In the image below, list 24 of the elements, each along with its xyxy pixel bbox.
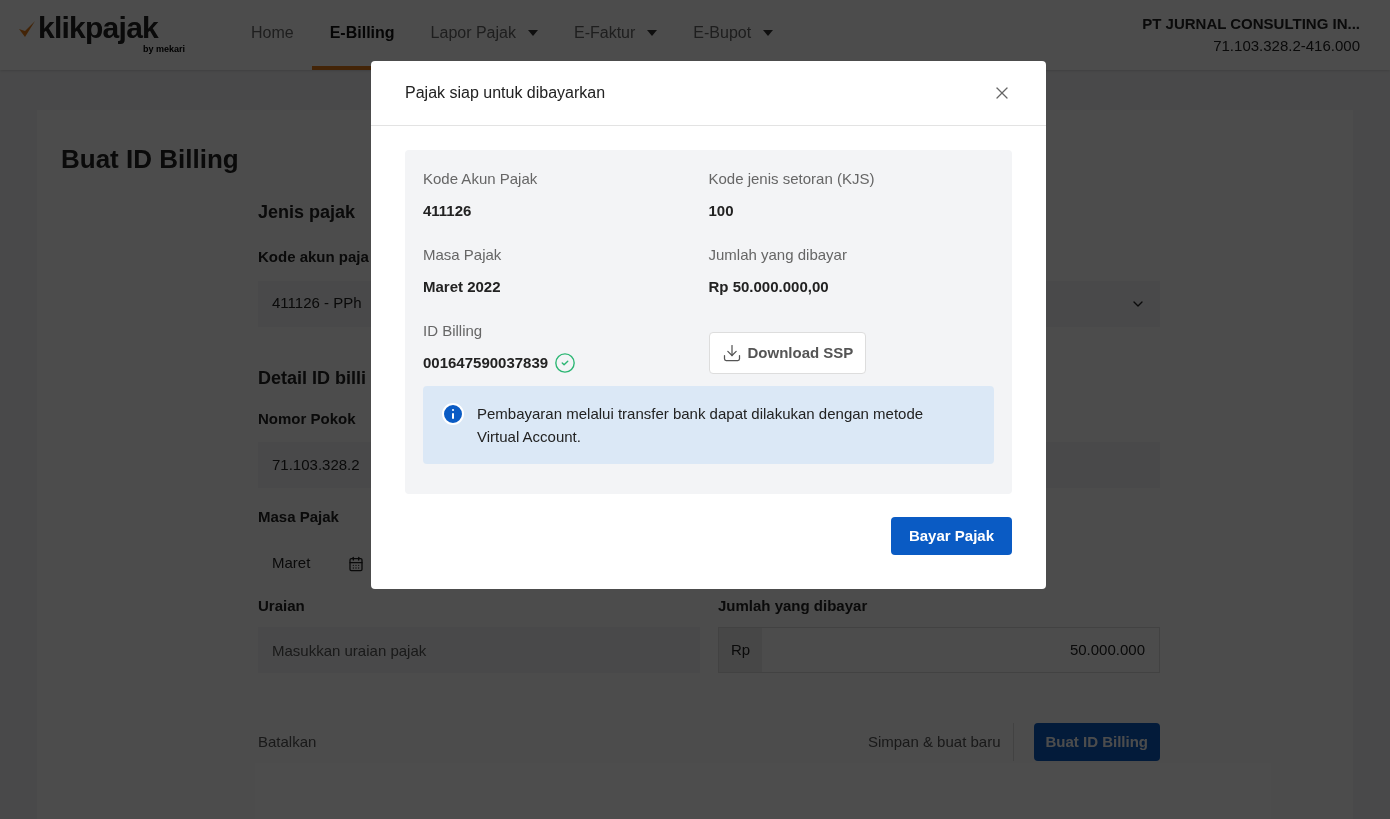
detail-label: Masa Pajak bbox=[423, 245, 503, 265]
brand-tagline: by mekari bbox=[143, 44, 186, 57]
detail-label: Kode jenis setoran (KJS) bbox=[708, 169, 876, 189]
section-heading: Detail ID billi bbox=[258, 366, 367, 390]
detail-label: ID Billing bbox=[423, 321, 484, 341]
info-text: Pembayaran melalui transfer bank dapat dilakukan dengan metode Virtual Account. bbox=[477, 404, 925, 447]
field-label: Kode akun paja bbox=[258, 247, 369, 267]
detail-value: Rp 50.000.000,00 bbox=[708, 276, 830, 297]
download-button[interactable]: Download SSP bbox=[708, 332, 867, 374]
detail-value: 100 bbox=[708, 200, 735, 221]
detail-value: 411126 bbox=[423, 200, 473, 221]
field-label: Uraian bbox=[258, 595, 306, 616]
detail-label: Kode Akun Pajak bbox=[423, 169, 539, 189]
modal-title: Pajak siap untuk dibayarkan bbox=[405, 83, 606, 103]
field-label: Nomor Pokok bbox=[258, 408, 356, 429]
section-heading: Jenis pajak bbox=[258, 201, 356, 224]
field-label: Jumlah yang dibayar bbox=[718, 595, 869, 616]
page-title: Buat ID Billing bbox=[61, 143, 239, 176]
pay-button[interactable]: Bayar Pajak bbox=[890, 517, 1012, 555]
company-npwp: 71.103.328.2-416.000 bbox=[1213, 36, 1360, 56]
field-label: Masa Pajak bbox=[258, 507, 339, 527]
detail-label: Jumlah yang dibayar bbox=[708, 245, 848, 265]
detail-value: Maret 2022 bbox=[423, 276, 502, 297]
billing-id: 001647590037839 bbox=[423, 352, 549, 373]
